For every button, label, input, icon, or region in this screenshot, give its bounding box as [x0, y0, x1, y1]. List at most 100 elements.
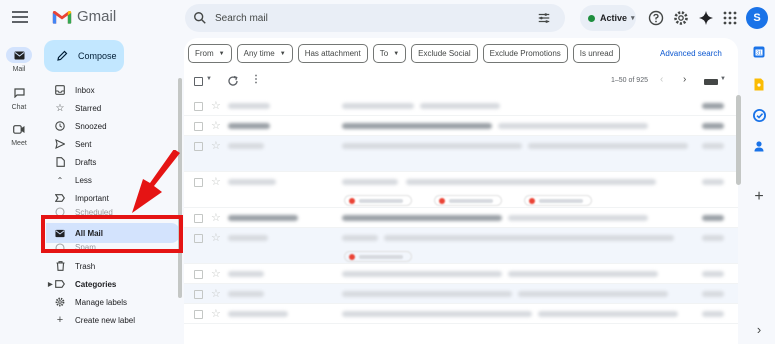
inbox-icon [55, 85, 65, 95]
contacts-icon[interactable] [751, 138, 767, 154]
mail-row[interactable]: ☆ [184, 116, 738, 136]
app-name: Gmail [77, 8, 117, 25]
filter-chip-from[interactable]: From ▼ [188, 44, 232, 63]
star-icon[interactable]: ☆ [211, 119, 221, 132]
sidebar-item-inbox[interactable]: Inbox [40, 81, 180, 99]
filter-chip-to[interactable]: To ▼ [372, 44, 407, 63]
row-checkbox[interactable] [194, 290, 203, 299]
sidebar-item-snoozed[interactable]: Snoozed [40, 117, 180, 135]
search-icon[interactable] [193, 11, 207, 25]
row-checkbox[interactable] [194, 142, 203, 151]
mail-row[interactable]: ☆ [184, 96, 738, 116]
label-icon [55, 280, 65, 288]
select-all-checkbox[interactable] [194, 77, 203, 86]
mail-list-panel: From ▼ Any time ▼ Has attachment To ▼ Exclu… [184, 38, 738, 344]
star-icon[interactable]: ☆ [211, 175, 221, 188]
mail-row[interactable]: ☆ [184, 136, 738, 172]
status-selector[interactable]: Active ▾ [580, 5, 636, 31]
pencil-icon [57, 50, 68, 61]
sidebar-item-label: Starred [75, 103, 102, 113]
sidebar-item-categories[interactable]: ▶ Categories [40, 275, 180, 293]
search-input[interactable]: Search mail [215, 13, 537, 24]
search-options-icon[interactable] [537, 11, 551, 25]
important-icon [55, 194, 65, 202]
mail-row[interactable]: ☆ [184, 228, 738, 264]
mail-row[interactable]: ☆ [184, 172, 738, 208]
advanced-search-link[interactable]: Advanced search [660, 49, 722, 58]
star-icon[interactable]: ☆ [211, 139, 221, 152]
more-options-icon[interactable]: ⋮ [251, 74, 261, 85]
star-icon[interactable]: ☆ [211, 211, 221, 224]
chevron-right-icon[interactable]: › [751, 321, 767, 337]
mail-row[interactable]: ☆ [184, 304, 738, 324]
mail-row[interactable]: ☆ [184, 284, 738, 304]
chevron-right-icon[interactable]: › [683, 74, 686, 85]
chevron-left-icon[interactable]: ‹ [660, 74, 663, 85]
mail-list-scrollbar[interactable] [736, 95, 741, 185]
expand-arrow-icon[interactable]: ▶ [48, 281, 53, 288]
gemini-sparkle-icon[interactable] [698, 10, 714, 26]
apps-grid-icon[interactable] [722, 10, 738, 26]
chevron-down-icon: ▼ [218, 50, 225, 57]
keyboard-input-icon[interactable] [704, 79, 718, 85]
star-icon: ☆ [55, 102, 65, 114]
row-checkbox[interactable] [194, 122, 203, 131]
refresh-icon[interactable] [227, 75, 239, 87]
mail-row[interactable]: ☆ [184, 264, 738, 284]
row-checkbox[interactable] [194, 234, 203, 243]
sidebar-item-label: Create new label [75, 315, 136, 325]
rail-chat-label: Chat [11, 104, 27, 111]
clock-icon [55, 121, 65, 131]
plus-icon: + [56, 314, 64, 326]
rail-mail[interactable]: Mail [0, 47, 38, 73]
filter-chip-any-time[interactable]: Any time ▼ [236, 44, 293, 63]
star-icon[interactable]: ☆ [211, 287, 221, 300]
chevron-down-icon[interactable]: ▼ [720, 76, 726, 82]
sidebar-item-label: Snoozed [75, 121, 107, 131]
sidebar-item-label: Inbox [75, 85, 95, 95]
sidebar-item-label: Manage labels [75, 297, 128, 307]
svg-text:31: 31 [756, 51, 762, 57]
filter-chip-has-attachment[interactable]: Has attachment [297, 44, 368, 63]
rail-mail-label: Mail [12, 66, 26, 73]
row-checkbox[interactable] [194, 310, 203, 319]
sidebar-item-manage-labels[interactable]: Manage labels [40, 293, 180, 311]
gmail-logo[interactable]: Gmail [52, 8, 116, 25]
sidebar-item-starred[interactable]: ☆ Starred [40, 99, 180, 117]
chevron-down-icon[interactable]: ▼ [206, 76, 212, 82]
rail-meet-label: Meet [11, 140, 27, 147]
calendar-icon[interactable]: 31 [751, 44, 767, 60]
star-icon[interactable]: ☆ [211, 231, 221, 244]
sidebar-item-trash[interactable]: Trash [40, 257, 180, 275]
chevron-down-icon: ▼ [279, 50, 286, 57]
rail-meet[interactable]: Meet [0, 121, 38, 147]
star-icon[interactable]: ☆ [211, 307, 221, 320]
star-icon[interactable]: ☆ [211, 99, 221, 112]
sidebar-item-create-label[interactable]: + Create new label [40, 311, 180, 329]
help-icon[interactable] [648, 10, 664, 26]
main-menu-button[interactable] [12, 11, 28, 23]
row-checkbox[interactable] [194, 270, 203, 279]
status-label: Active [600, 13, 628, 23]
row-checkbox[interactable] [194, 214, 203, 223]
chat-icon [13, 88, 25, 98]
add-addon-icon[interactable]: + [751, 188, 767, 205]
filter-chip-is-unread[interactable]: Is unread [572, 44, 621, 63]
mail-row[interactable]: ☆ [184, 208, 738, 228]
filter-chip-exclude-social[interactable]: Exclude Social [411, 44, 478, 63]
keep-icon[interactable] [751, 76, 767, 92]
chip-label: Exclude Promotions [489, 49, 561, 58]
rail-chat[interactable]: Chat [0, 85, 38, 111]
compose-button[interactable]: Compose [44, 40, 124, 72]
annotation-highlight-box [41, 215, 183, 253]
row-checkbox[interactable] [194, 102, 203, 111]
settings-gear-icon[interactable] [673, 10, 689, 26]
star-icon[interactable]: ☆ [211, 267, 221, 280]
search-bar[interactable]: Search mail [185, 4, 565, 32]
row-checkbox[interactable] [194, 178, 203, 187]
chip-label: To [379, 49, 389, 58]
account-avatar[interactable]: S [746, 7, 768, 29]
filter-chip-exclude-promotions[interactable]: Exclude Promotions [482, 44, 568, 63]
tasks-icon[interactable] [751, 107, 767, 123]
chevron-down-icon: ▼ [393, 50, 400, 57]
